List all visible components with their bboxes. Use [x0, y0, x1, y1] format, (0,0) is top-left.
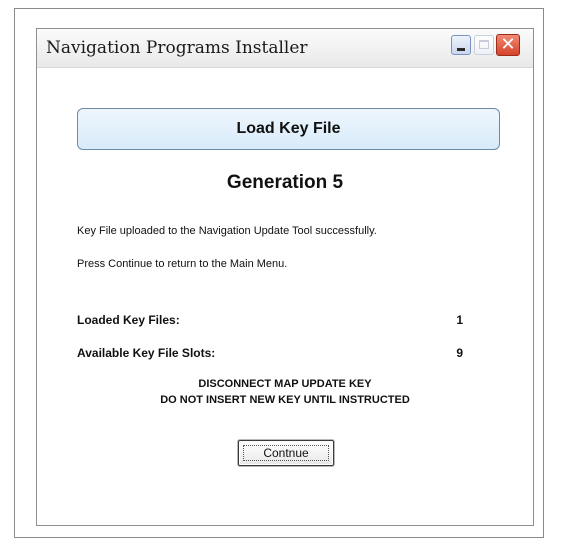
- close-button[interactable]: ✕: [496, 34, 520, 56]
- installer-window: Navigation Programs Installer ✕ Load Key…: [36, 28, 534, 526]
- insert-warning: DO NOT INSERT NEW KEY UNTIL INSTRUCTED: [160, 394, 410, 406]
- generation-title: Generation 5: [226, 172, 344, 193]
- upload-success-message: Key File uploaded to the Navigation Upda…: [77, 225, 377, 237]
- loaded-key-files-value: 1: [456, 313, 463, 327]
- continue-button[interactable]: Contnue: [238, 440, 334, 466]
- close-icon: ✕: [500, 34, 516, 55]
- continue-button-label: Contnue: [263, 446, 309, 460]
- section-header: Load Key File: [77, 108, 500, 150]
- maximize-icon: [479, 40, 489, 49]
- minimize-button[interactable]: [451, 35, 471, 55]
- title-bar[interactable]: Navigation Programs Installer ✕: [37, 29, 533, 68]
- section-header-label: Load Key File: [236, 120, 341, 137]
- minimize-icon: [457, 48, 465, 51]
- window-title: Navigation Programs Installer: [46, 38, 308, 58]
- loaded-key-files-label: Loaded Key Files:: [77, 313, 180, 327]
- disconnect-warning: DISCONNECT MAP UPDATE KEY: [198, 378, 372, 390]
- continue-instruction: Press Continue to return to the Main Men…: [77, 258, 288, 270]
- maximize-button[interactable]: [474, 35, 494, 55]
- available-slots-value: 9: [456, 346, 463, 360]
- dialog-content: Load Key File Generation 5 Key File uplo…: [37, 68, 533, 525]
- available-slots-label: Available Key File Slots:: [77, 346, 216, 360]
